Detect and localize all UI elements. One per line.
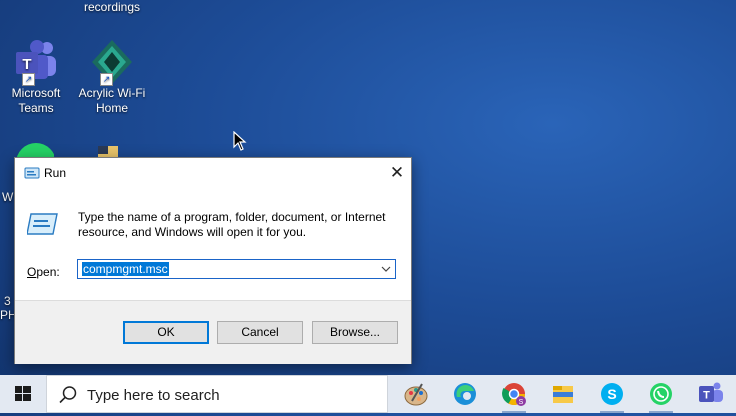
ok-button[interactable]: OK	[123, 321, 209, 344]
file-desktop-icon-partial[interactable]	[96, 144, 124, 158]
svg-text:S: S	[607, 386, 616, 402]
dialog-button-bar: OK Cancel Browse...	[15, 300, 411, 364]
cancel-button[interactable]: Cancel	[217, 321, 303, 344]
taskbar-app-chrome[interactable]: S	[490, 375, 538, 413]
open-label-rest: pen:	[36, 265, 60, 279]
desktop-icon-microsoft-teams[interactable]: T ↗ Microsoft Teams	[0, 38, 72, 116]
taskbar-app-skype[interactable]: S	[588, 375, 636, 413]
partial-label-w: W	[2, 190, 14, 204]
acrylic-wifi-icon: ↗	[88, 38, 136, 86]
run-dialog-content: Type the name of a program, folder, docu…	[15, 188, 411, 300]
desktop-icon-label: Acrylic Wi-Fi Home	[78, 86, 146, 115]
dialog-message: Type the name of a program, folder, docu…	[78, 210, 386, 239]
chevron-down-icon[interactable]	[377, 260, 395, 278]
taskbar-app-paint[interactable]	[392, 375, 440, 413]
taskbar-app-teams[interactable]: T	[686, 375, 734, 413]
chrome-icon: S	[502, 383, 526, 406]
search-placeholder: Type here to search	[87, 387, 220, 404]
svg-text:S: S	[519, 399, 524, 406]
taskbar-search-box[interactable]: Type here to search	[46, 375, 388, 413]
svg-text:T: T	[22, 56, 31, 73]
open-combobox[interactable]: compmgmt.msc	[77, 259, 396, 279]
whatsapp-icon	[650, 383, 672, 405]
paint-icon	[404, 383, 428, 406]
edge-icon	[454, 383, 476, 405]
taskbar-app-whatsapp[interactable]	[637, 375, 685, 413]
desktop-icon-label: Microsoft Teams	[11, 86, 61, 115]
desktop-icon-acrylic-wifi-home[interactable]: ↗ Acrylic Wi-Fi Home	[76, 38, 148, 116]
windows-logo-icon	[15, 386, 31, 401]
close-icon[interactable]: ✕	[383, 158, 411, 188]
run-program-icon	[26, 212, 59, 239]
partial-label-ph: PH	[0, 308, 14, 322]
teams-icon: T ↗	[12, 38, 60, 86]
file-explorer-icon	[553, 386, 573, 403]
search-icon	[58, 385, 78, 408]
open-label: Open:	[27, 265, 60, 279]
dialog-title: Run	[44, 166, 67, 180]
taskbar-app-edge[interactable]	[441, 375, 489, 413]
mouse-cursor-icon	[233, 130, 247, 154]
open-label-mnemonic: O	[27, 265, 37, 279]
run-dialog: Run ✕ Type the name of a program, folder…	[14, 157, 412, 364]
browse-button[interactable]: Browse...	[312, 321, 398, 344]
taskbar: Type here to search S S T	[0, 375, 736, 413]
desktop-icon-recordings[interactable]: recordings	[76, 0, 148, 15]
skype-icon: S	[601, 383, 623, 405]
run-dialog-titlebar[interactable]: Run ✕	[15, 158, 411, 188]
svg-text:T: T	[703, 390, 710, 402]
open-input-value[interactable]: compmgmt.msc	[82, 262, 169, 276]
teams-icon: T	[699, 382, 723, 402]
desktop-icon-label: recordings	[83, 0, 141, 14]
start-button[interactable]	[0, 375, 46, 413]
run-app-icon	[24, 166, 40, 183]
taskbar-app-file-explorer[interactable]	[539, 375, 587, 413]
